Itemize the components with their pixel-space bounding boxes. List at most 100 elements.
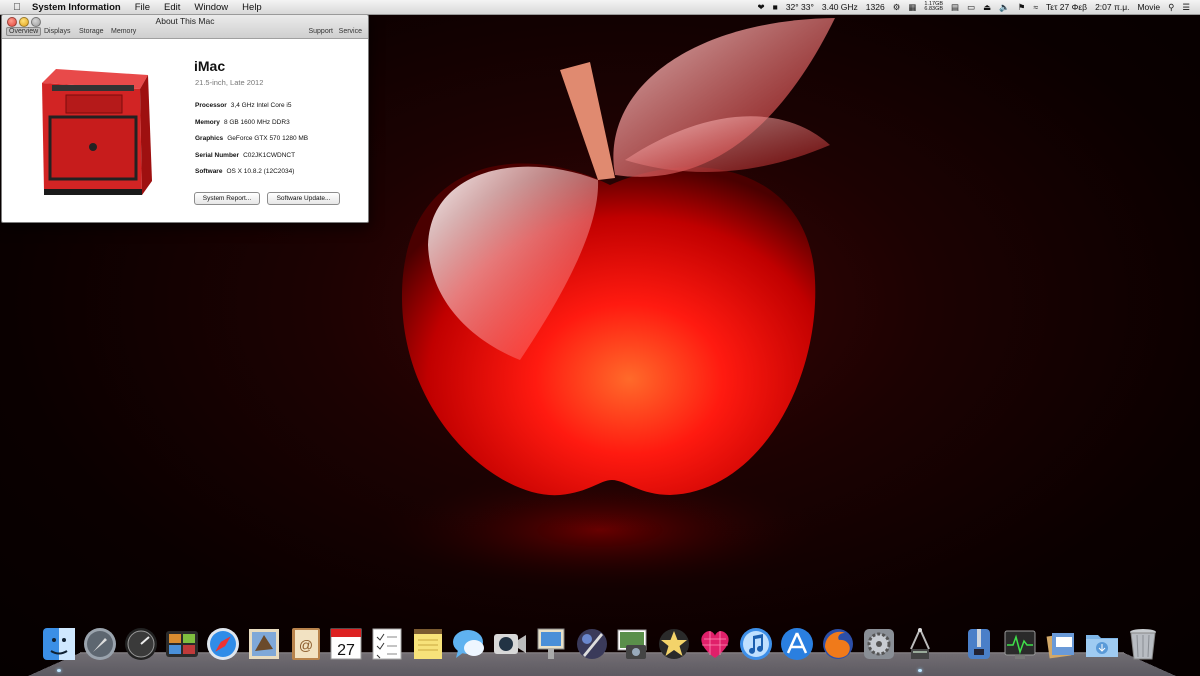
trash-icon [1130,629,1156,660]
volume-icon[interactable]: 🔈 [995,2,1014,13]
flag-icon[interactable]: ⚑ [1014,2,1030,13]
model-name: iMac [194,58,226,74]
dock-item-stack[interactable] [1042,625,1080,663]
dock-item-pixelmator[interactable] [573,625,611,663]
dock-item-firefox[interactable] [819,625,857,663]
spec-label: Processor [195,102,227,109]
spec-label: Serial Number [195,152,240,159]
dock-item-preview[interactable] [532,625,570,663]
tab-displays[interactable]: Displays [44,28,70,35]
notes-icon [414,629,442,659]
menu-edit[interactable]: Edit [157,2,187,13]
spec-label: Software [195,168,223,175]
tab-overview[interactable]: Overview [6,27,42,36]
activity-monitor-icon [1004,630,1036,659]
dock-item-safari[interactable] [204,625,242,663]
imovie-icon [659,629,689,659]
temperature-readout[interactable]: 32° 33° [782,2,818,12]
dock-item-archive-utility[interactable] [960,625,998,663]
fan-speed-readout[interactable]: 1326 [862,2,889,12]
spec-value: 8 GB 1600 MHz DDR3 [223,119,290,126]
menu-window[interactable]: Window [187,2,235,13]
pixelmator-icon [577,629,607,659]
system-information-icon [910,628,930,659]
menu-app-name[interactable]: System Information [28,2,128,13]
dock-item-imovie[interactable] [655,625,693,663]
dock-item-notes[interactable] [409,625,447,663]
dock-item-system-preferences[interactable] [860,625,898,663]
dock-item-downloads[interactable] [1083,625,1121,663]
spec-processor: Processor 3,4 GHz Intel Core i5 [195,102,292,109]
system-preferences-icon [864,629,894,659]
gear-status-icon[interactable]: ⚙ [889,2,905,13]
spec-serial-number: Serial Number C02JK1CWDNCT [195,152,295,159]
itunes-icon [740,628,772,660]
contacts-icon: @ [292,628,320,660]
memory-readout[interactable]: 1.17GB 6.83GB [920,1,947,13]
dock-item-finder[interactable] [40,625,78,663]
dock-item-system-information[interactable] [901,625,939,663]
dock-item-trash[interactable] [1124,625,1162,663]
spec-label: Memory [195,119,220,126]
clock-readout[interactable]: 2:07 π.μ. [1091,2,1133,12]
facetime-icon [494,634,526,654]
apple-icon[interactable]:  [6,2,28,13]
dock-item-app-store[interactable] [778,625,816,663]
folder-status-icon[interactable]: ■ [769,2,782,12]
about-this-mac-window: About This Mac Overview Displays Storage… [1,13,369,223]
dock-item-contacts[interactable]: @ [286,625,324,663]
app-store-icon [781,628,813,660]
system-report-button[interactable]: System Report... [194,192,260,205]
mail-icon [249,629,279,659]
menu-bar:  System Information File Edit Window He… [0,0,1200,15]
dock-item-reminders[interactable] [368,625,406,663]
notification-center-icon[interactable]: ☰ [1178,2,1194,13]
battery-icon[interactable]: ▭ [963,2,979,13]
firefox-icon [823,629,853,659]
heart-status-icon[interactable]: ❤ [754,2,769,13]
running-indicator [57,669,61,672]
eject-icon[interactable]: ⏏ [979,2,995,13]
dock: @ 27 [38,625,1168,672]
dock-item-mail[interactable] [245,625,283,663]
dock-item-dashboard[interactable] [122,625,160,663]
dashboard-icon [125,628,157,660]
spotlight-icon[interactable]: ⚲ [1164,2,1178,13]
running-indicator [918,669,922,672]
dock-item-activity-monitor[interactable] [1001,625,1039,663]
spec-value: GeForce GTX 570 1280 MB [227,135,309,142]
menu-file[interactable]: File [128,2,157,13]
user-menu[interactable]: Movie [1133,2,1164,12]
cpu-meter-icon[interactable]: ▦ [904,2,920,13]
spec-value: 3,4 GHz Intel Core i5 [230,102,292,109]
software-update-button[interactable]: Software Update... [267,192,340,205]
finder-icon [43,628,75,660]
reminders-icon [372,628,402,660]
tab-storage[interactable]: Storage [79,28,104,35]
date-readout[interactable]: Τετ 27 Φεβ [1042,2,1091,12]
iphoto-icon [617,629,647,659]
mission-control-icon [166,631,198,657]
cpu-frequency-readout[interactable]: 3.40 GHz [818,2,862,12]
dock-item-iphoto[interactable] [614,625,652,663]
wifi-icon[interactable]: ≈ [1029,2,1042,12]
menu-help[interactable]: Help [235,2,269,13]
downloads-folder-icon [1086,635,1118,657]
dock-item-mission-control[interactable] [163,625,201,663]
memory-free: 6.83GB [924,6,944,12]
spec-graphics: Graphics GeForce GTX 570 1280 MB [195,135,308,142]
dock-item-facetime[interactable] [491,625,529,663]
dock-item-launchpad[interactable] [81,625,119,663]
dock-item-calendar[interactable]: 27 [327,625,365,663]
service-link[interactable]: Service [339,28,362,35]
preview-icon [537,628,565,659]
dock-item-heart-app[interactable] [696,625,734,663]
dock-item-itunes[interactable] [737,625,775,663]
support-link[interactable]: Support [308,28,333,35]
tab-memory[interactable]: Memory [111,28,136,35]
model-detail: 21.5-inch, Late 2012 [195,78,264,87]
spec-label: Graphics [195,135,224,142]
disk-meter-icon[interactable]: ▤ [947,2,963,13]
dock-item-messages[interactable] [450,625,488,663]
window-titlebar[interactable]: About This Mac Overview Displays Storage… [2,14,368,39]
